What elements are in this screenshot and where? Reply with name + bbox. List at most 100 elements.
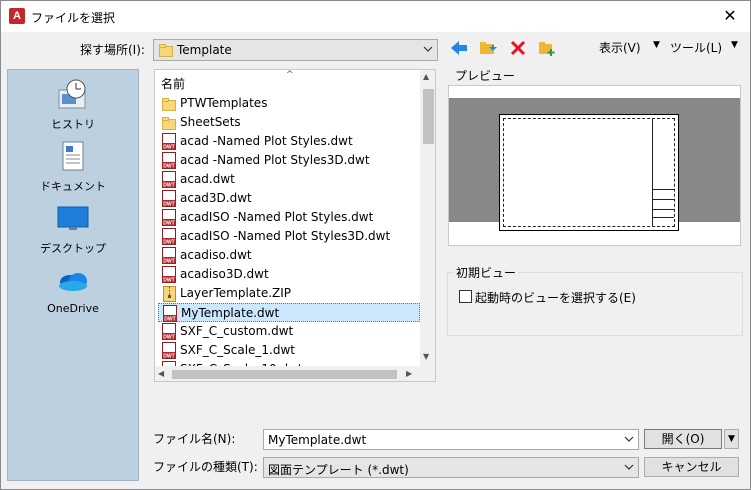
onedrive-icon — [56, 264, 90, 298]
dwt-file-icon: DWT — [161, 228, 177, 246]
select-initial-view-checkbox[interactable] — [459, 290, 472, 303]
file-name: SheetSets — [180, 115, 241, 129]
folder-row[interactable]: SheetSets — [158, 113, 420, 132]
desktop-icon — [56, 202, 90, 236]
file-row[interactable]: DWT SXF_C_custom.dwt — [158, 322, 420, 341]
open-button[interactable]: 開く(O) — [644, 429, 722, 449]
horizontal-scrollbar[interactable]: ◀ ▶ — [155, 366, 420, 381]
view-dropdown-icon[interactable]: ▼ — [653, 40, 660, 50]
window-title: ファイルを選択 — [31, 11, 116, 25]
folder-icon — [161, 95, 177, 112]
file-name: PTWTemplates — [180, 96, 268, 110]
svg-text:DWT: DWT — [163, 202, 174, 208]
tools-menu[interactable]: ツール(L) — [670, 39, 722, 56]
filename-combo[interactable]: MyTemplate.dwt — [263, 429, 639, 450]
horizontal-scroll-thumb[interactable] — [172, 370, 397, 379]
file-row[interactable]: LayerTemplate.ZIP — [158, 284, 420, 303]
svg-text:DWT: DWT — [163, 259, 174, 265]
file-name: acad.dwt — [180, 172, 235, 186]
column-header-name[interactable]: 名前 ^ — [155, 70, 420, 94]
drawing-sheet-thumbnail — [499, 114, 679, 231]
autocad-app-icon: A — [9, 8, 25, 24]
dwt-file-icon: DWT — [161, 323, 177, 341]
place-onedrive[interactable]: OneDrive — [8, 264, 138, 315]
file-row[interactable]: DWT acadISO -Named Plot Styles.dwt — [158, 208, 420, 227]
file-name: acad3D.dwt — [180, 191, 252, 205]
vertical-scrollbar[interactable]: ▲ ▼ — [420, 70, 435, 366]
file-dialog: A ファイルを選択 ✕ 探す場所(I): Template 表示(V) ▼ ツー… — [0, 0, 751, 490]
chevron-down-icon — [422, 43, 434, 56]
dwt-file-icon: DWT — [161, 133, 177, 151]
file-name: SXF_C_Scale_1.dwt — [180, 343, 295, 357]
lookin-label: 探す場所(I): — [80, 43, 145, 57]
scroll-up-icon[interactable]: ▲ — [423, 72, 429, 81]
file-row[interactable]: DWT acad.dwt — [158, 170, 420, 189]
lookin-combo[interactable]: Template — [153, 39, 438, 61]
place-label: デスクトップ — [40, 242, 106, 255]
file-row[interactable]: DWT acadiso3D.dwt — [158, 265, 420, 284]
folder-up-icon[interactable] — [479, 39, 497, 57]
documents-icon — [56, 140, 90, 174]
dwt-file-icon: DWT — [161, 190, 177, 208]
select-initial-view-label[interactable]: 起動時のビューを選択する(E) — [475, 289, 636, 306]
scroll-left-icon[interactable]: ◀ — [158, 369, 164, 378]
preview-pane — [448, 85, 741, 246]
dwt-file-icon: DWT — [161, 171, 177, 189]
place-label: ドキュメント — [40, 180, 106, 193]
dwt-file-icon: DWT — [162, 305, 178, 323]
folder-icon — [161, 114, 177, 131]
preview-title: プレビュー — [453, 67, 518, 84]
cancel-button[interactable]: キャンセル — [644, 457, 739, 477]
dwt-file-icon: DWT — [161, 247, 177, 265]
file-name: acadISO -Named Plot Styles3D.dwt — [180, 229, 391, 243]
scroll-corner — [420, 366, 435, 381]
file-row[interactable]: DWT acad -Named Plot Styles3D.dwt — [158, 151, 420, 170]
file-row[interactable]: DWT acadiso.dwt — [158, 246, 420, 265]
delete-icon[interactable] — [509, 39, 527, 57]
file-row[interactable]: DWT acad3D.dwt — [158, 189, 420, 208]
svg-text:DWT: DWT — [163, 335, 174, 341]
place-label: ヒストリ — [51, 118, 95, 131]
file-name: acad -Named Plot Styles3D.dwt — [180, 153, 370, 167]
filetype-combo[interactable]: 図面テンプレート (*.dwt) — [263, 457, 639, 478]
place-history[interactable]: ヒストリ — [8, 78, 138, 132]
vertical-scroll-thumb[interactable] — [423, 89, 434, 144]
file-row[interactable]: DWT MyTemplate.dwt — [158, 303, 420, 323]
chevron-down-icon[interactable] — [623, 433, 635, 446]
file-name: acadiso.dwt — [180, 248, 252, 262]
file-list[interactable]: 名前 ^ PTWTemplates SheetSets DWT acad -Named… — [154, 69, 436, 382]
filetype-label: ファイルの種類(T): — [153, 460, 258, 474]
preview-image — [449, 98, 740, 231]
file-name: MyTemplate.dwt — [181, 306, 280, 320]
place-desktop[interactable]: デスクトップ — [8, 202, 138, 256]
close-button[interactable]: ✕ — [718, 5, 742, 27]
view-menu[interactable]: 表示(V) — [599, 39, 641, 56]
svg-text:DWT: DWT — [163, 221, 174, 227]
tools-dropdown-icon[interactable]: ▼ — [731, 40, 738, 50]
file-row[interactable]: DWT SXF_C_Scale_1.dwt — [158, 341, 420, 360]
zip-file-icon — [161, 285, 177, 302]
title-bar: A ファイルを選択 ✕ — [1, 1, 750, 32]
file-row[interactable]: DWT acadISO -Named Plot Styles3D.dwt — [158, 227, 420, 246]
back-arrow-icon[interactable] — [450, 39, 468, 57]
file-name: acadISO -Named Plot Styles.dwt — [180, 210, 374, 224]
open-options-dropdown-icon[interactable]: ▼ — [724, 429, 739, 449]
file-name: LayerTemplate.ZIP — [180, 286, 292, 300]
chevron-down-icon[interactable] — [623, 461, 635, 474]
sort-ascending-icon: ^ — [286, 70, 294, 80]
new-folder-icon[interactable] — [538, 39, 556, 57]
file-name: acadiso3D.dwt — [180, 267, 269, 281]
drawing-border — [503, 118, 675, 227]
svg-text:DWT: DWT — [163, 278, 174, 284]
scroll-right-icon[interactable]: ▶ — [406, 369, 412, 378]
dwt-file-icon: DWT — [161, 266, 177, 284]
place-documents[interactable]: ドキュメント — [8, 140, 138, 194]
filetype-value: 図面テンプレート (*.dwt) — [268, 463, 409, 477]
scroll-down-icon[interactable]: ▼ — [423, 352, 429, 361]
folder-row[interactable]: PTWTemplates — [158, 94, 420, 113]
svg-text:DWT: DWT — [163, 183, 174, 189]
svg-text:DWT: DWT — [163, 240, 174, 246]
dwt-file-icon: DWT — [161, 209, 177, 227]
file-row[interactable]: DWT acad -Named Plot Styles.dwt — [158, 132, 420, 151]
filename-value: MyTemplate.dwt — [268, 433, 367, 447]
